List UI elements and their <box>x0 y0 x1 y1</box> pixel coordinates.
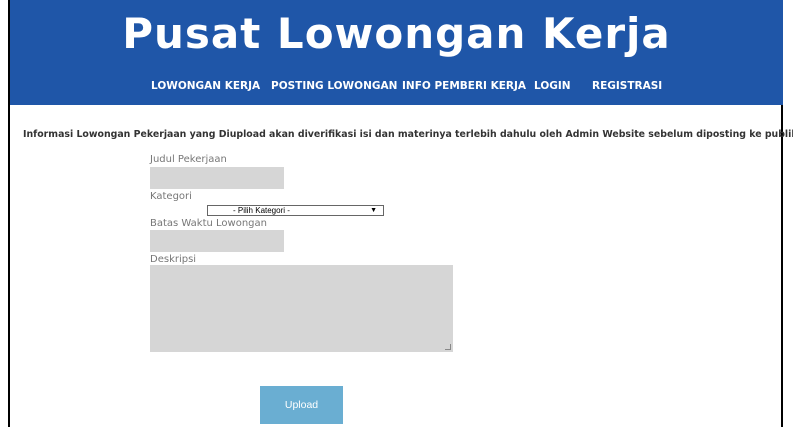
resize-grip-icon[interactable] <box>445 344 451 350</box>
deskripsi-label: Deskripsi <box>150 254 197 265</box>
batas-waktu-input[interactable] <box>150 230 284 252</box>
judul-input[interactable] <box>150 167 284 189</box>
site-title: Pusat Lowongan Kerja <box>122 9 671 58</box>
nav-posting-lowongan[interactable]: POSTING LOWONGAN <box>271 80 397 92</box>
site-header: Pusat Lowongan Kerja LOWONGAN KERJA POST… <box>10 0 783 105</box>
nav-info-pemberi-kerja[interactable]: INFO PEMBERI KERJA <box>402 80 526 92</box>
batas-waktu-label: Batas Waktu Lowongan <box>150 218 267 229</box>
kategori-label: Kategori <box>150 191 192 202</box>
upload-button[interactable]: Upload <box>260 386 343 424</box>
upload-notice: Informasi Lowongan Pekerjaan yang Diuplo… <box>23 129 793 140</box>
main-nav: LOWONGAN KERJA POSTING LOWONGAN INFO PEM… <box>10 80 783 98</box>
nav-lowongan-kerja[interactable]: LOWONGAN KERJA <box>151 80 260 92</box>
deskripsi-textarea[interactable] <box>150 265 453 352</box>
kategori-selected-value: - Pilih Kategori - <box>233 206 290 215</box>
judul-label: Judul Pekerjaan <box>150 154 227 165</box>
kategori-select[interactable]: - Pilih Kategori - ▼ <box>207 205 384 216</box>
dropdown-arrow-icon: ▼ <box>370 207 377 214</box>
nav-login[interactable]: LOGIN <box>534 80 571 92</box>
nav-registrasi[interactable]: REGISTRASI <box>592 80 662 92</box>
